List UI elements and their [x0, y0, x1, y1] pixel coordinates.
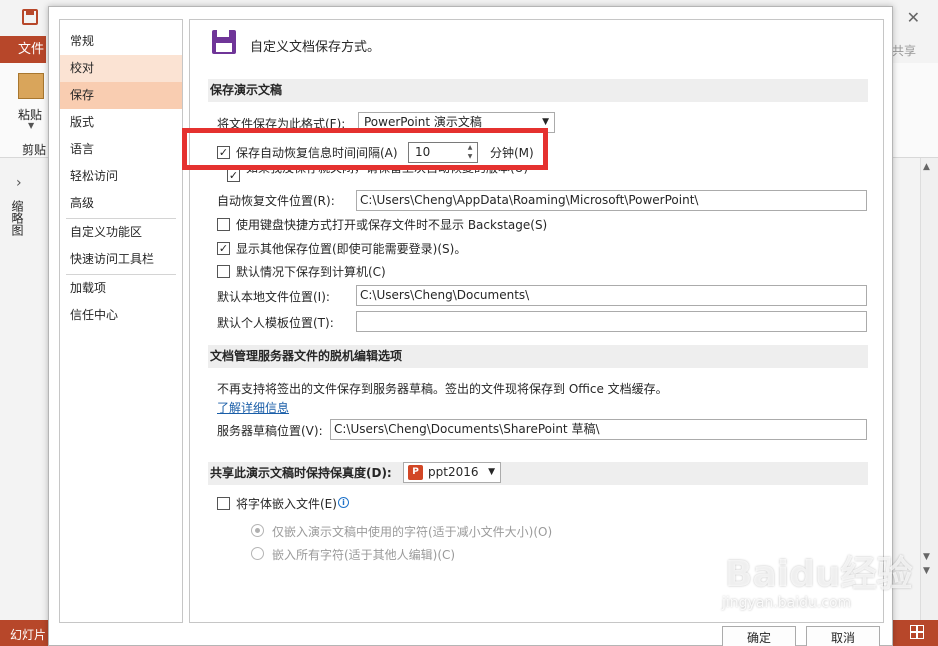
file-tab[interactable]: 文件: [0, 36, 46, 63]
slide-status: 幻灯片: [10, 628, 47, 642]
fidelity-file-select[interactable]: P ppt2016 ▼: [403, 462, 501, 483]
server-drafts-field[interactable]: C:\Users\Cheng\Documents\SharePoint 草稿\: [330, 419, 867, 440]
options-content: 自定义文档保存方式。 保存演示文稿 将文件保存为此格式(F): PowerPoi…: [189, 19, 884, 623]
nav-item-save[interactable]: 保存: [60, 82, 182, 109]
autorecover-location-label: 自动恢复文件位置(R):: [217, 194, 335, 208]
default-to-computer-checkbox[interactable]: [217, 265, 230, 278]
section-offline-editing: 文档管理服务器文件的脱机编辑选项: [208, 345, 868, 368]
embed-fonts-label: 将字体嵌入文件(E): [236, 497, 337, 511]
nav-item-addins[interactable]: 加载项: [60, 275, 182, 302]
scroll-up-icon[interactable]: ▲: [923, 162, 930, 172]
embed-all-chars-label: 嵌入所有字符(适于其他人编辑)(C): [272, 548, 456, 562]
nav-item-quick-access[interactable]: 快速访问工具栏: [60, 246, 182, 273]
offline-notice: 不再支持将签出的文件保存到服务器草稿。签出的文件现将保存到 Office 文档缓…: [217, 382, 668, 396]
nav-item-trust-center[interactable]: 信任中心: [60, 302, 182, 329]
fit-slide-icon[interactable]: [910, 625, 924, 639]
next-slide-icon[interactable]: ▼: [923, 566, 930, 576]
no-backstage-checkbox[interactable]: [217, 218, 230, 231]
close-icon[interactable]: ✕: [907, 8, 920, 27]
embed-used-chars-radio[interactable]: [251, 524, 264, 537]
embed-fonts-checkbox[interactable]: [217, 497, 230, 510]
share-button[interactable]: 共享: [892, 42, 916, 59]
section-save-presentations: 保存演示文稿: [208, 79, 868, 102]
highlight-box: [182, 128, 548, 170]
server-drafts-label: 服务器草稿位置(V):: [217, 424, 323, 438]
default-local-field[interactable]: C:\Users\Cheng\Documents\: [356, 285, 867, 306]
default-to-computer-label: 默认情况下保存到计算机(C): [236, 265, 386, 279]
embed-used-chars-label: 仅嵌入演示文稿中使用的字符(适于减小文件大小)(O): [272, 525, 553, 539]
section-fidelity: 共享此演示文稿时保持保真度(D):: [208, 462, 868, 485]
nav-item-accessibility[interactable]: 轻松访问: [60, 163, 182, 190]
nav-item-language[interactable]: 语言: [60, 136, 182, 163]
clipboard-group-label: 剪贴: [22, 143, 47, 157]
nav-item-proofing[interactable]: 校对: [60, 55, 182, 82]
vertical-scrollbar[interactable]: [920, 158, 938, 620]
nav-item-customize-ribbon[interactable]: 自定义功能区: [60, 219, 182, 246]
page-title: 自定义文档保存方式。: [250, 40, 381, 55]
show-more-locations-checkbox[interactable]: ✓: [217, 242, 230, 255]
paste-icon[interactable]: [18, 73, 44, 99]
thumbnail-panel-label: 缩略图: [10, 200, 24, 236]
paste-dropdown-icon[interactable]: ▼: [28, 121, 34, 130]
show-more-locations-label: 显示其他保存位置(即使可能需要登录)(S)。: [236, 242, 467, 256]
scroll-down-icon[interactable]: ▼: [923, 552, 930, 562]
default-local-label: 默认本地文件位置(I):: [217, 290, 330, 304]
no-backstage-label: 使用键盘快捷方式打开或保存文件时不显示 Backstage(S): [236, 218, 548, 232]
quick-save-icon[interactable]: [22, 9, 38, 25]
fidelity-file-value: ppt2016: [428, 465, 479, 479]
default-template-label: 默认个人模板位置(T):: [217, 316, 334, 330]
default-template-field[interactable]: [356, 311, 867, 332]
nav-item-advanced[interactable]: 高级: [60, 190, 182, 217]
watermark-url: jingyan.baidu.com: [722, 595, 852, 611]
keep-last-version-checkbox[interactable]: ✓: [227, 169, 240, 182]
info-icon[interactable]: i: [338, 497, 349, 508]
fidelity-label: 共享此演示文稿时保持保真度(D):: [210, 466, 392, 480]
learn-more-link[interactable]: 了解详细信息: [217, 399, 289, 416]
ok-button[interactable]: 确定: [722, 626, 796, 646]
nav-item-layout[interactable]: 版式: [60, 109, 182, 136]
autorecover-location-field[interactable]: C:\Users\Cheng\AppData\Roaming\Microsoft…: [356, 190, 867, 211]
nav-item-general[interactable]: 常规: [60, 28, 182, 55]
powerpoint-file-icon: P: [408, 465, 423, 480]
options-nav: 常规 校对 保存 版式 语言 轻松访问 高级 自定义功能区 快速访问工具栏 加载…: [59, 19, 183, 623]
expand-panel-icon[interactable]: ›: [16, 175, 22, 191]
save-icon: [212, 30, 236, 54]
save-format-value: PowerPoint 演示文稿: [364, 115, 482, 129]
chevron-down-icon: ▼: [488, 467, 495, 477]
watermark-logo: Baidu经验: [725, 554, 913, 595]
embed-all-chars-radio[interactable]: [251, 547, 264, 560]
cancel-button[interactable]: 取消: [806, 626, 880, 646]
